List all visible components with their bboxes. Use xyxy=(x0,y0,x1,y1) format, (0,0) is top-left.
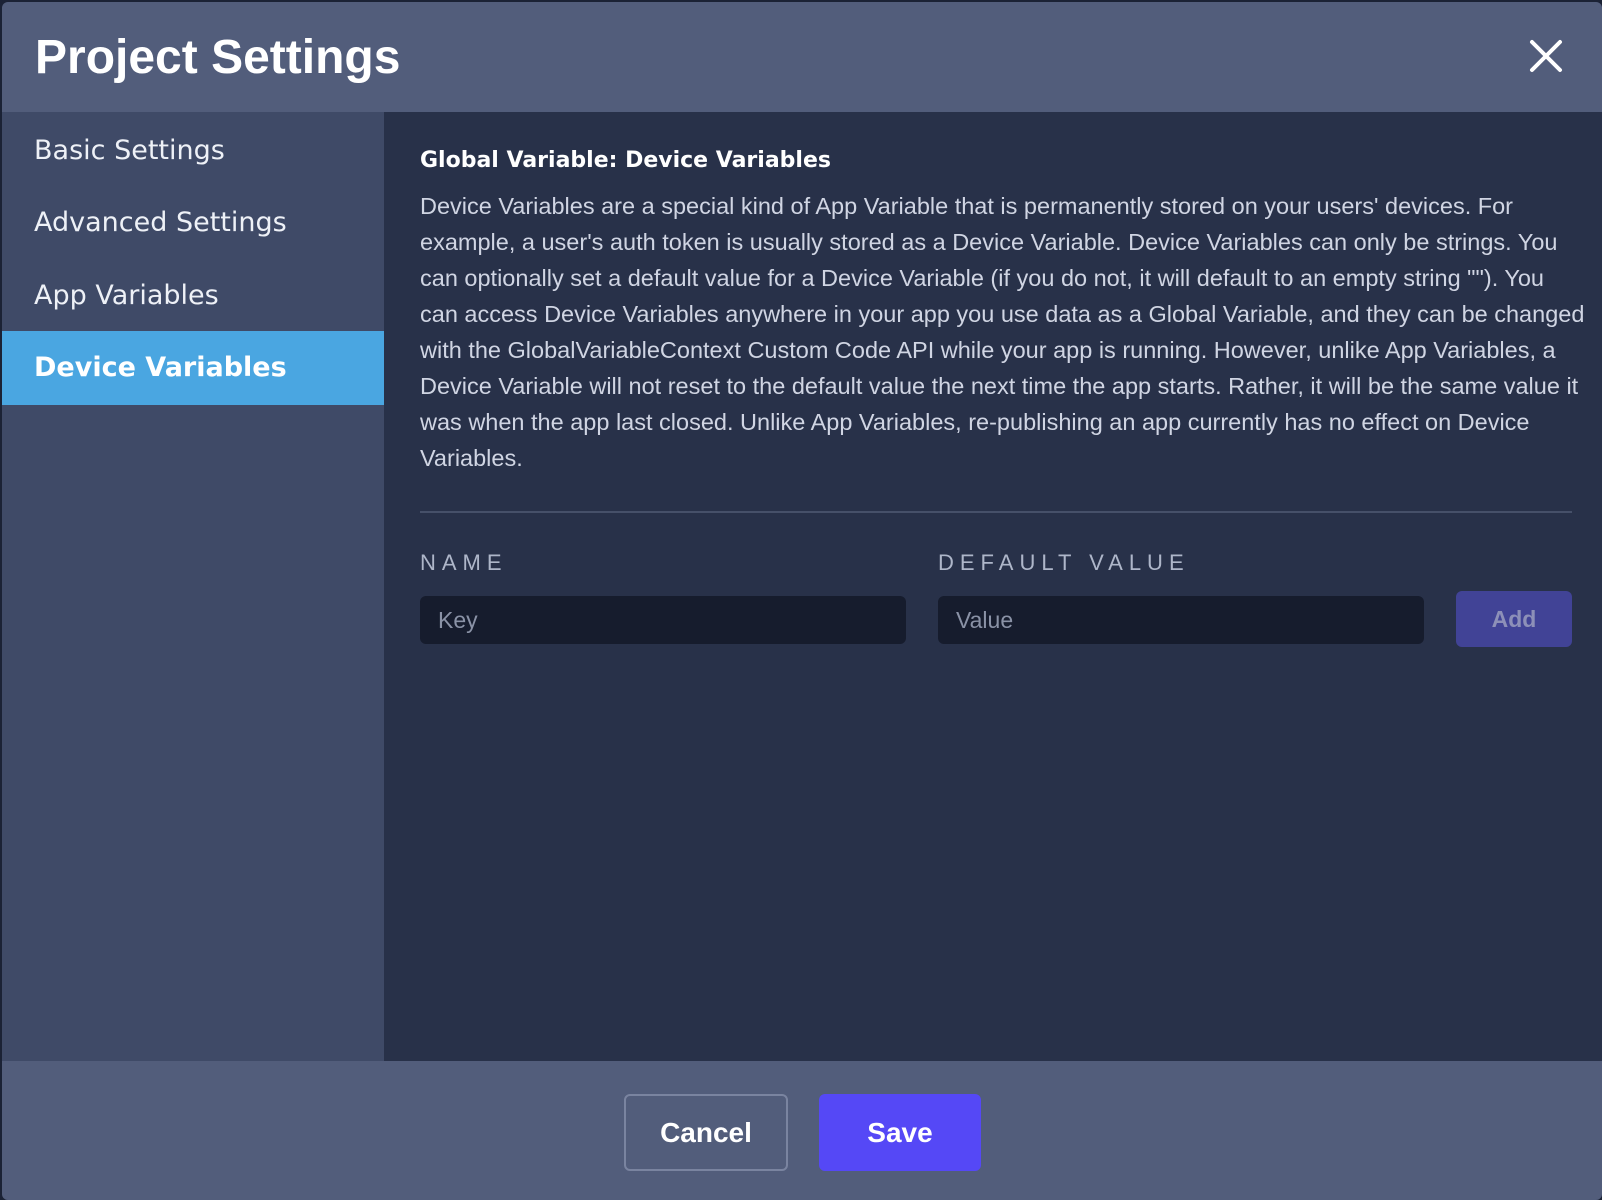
cancel-button[interactable]: Cancel xyxy=(624,1094,788,1171)
dialog-footer: Cancel Save xyxy=(2,1061,1602,1200)
name-column-label: NAME xyxy=(420,550,508,575)
save-button[interactable]: Save xyxy=(819,1094,981,1171)
settings-content: Global Variable: Device Variables Device… xyxy=(384,112,1602,1061)
page-title: Project Settings xyxy=(35,31,401,84)
settings-sidebar: Basic Settings Advanced Settings App Var… xyxy=(2,112,384,1061)
section-description: Device Variables are a special kind of A… xyxy=(420,193,1585,471)
sidebar-item-advanced-settings[interactable]: Advanced Settings xyxy=(2,186,384,260)
key-input[interactable] xyxy=(420,596,906,644)
default-value-column-label: DEFAULT VALUE xyxy=(938,550,1190,575)
sidebar-item-device-variables[interactable]: Device Variables xyxy=(2,331,384,405)
add-button[interactable]: Add xyxy=(1456,591,1572,647)
close-icon xyxy=(1530,40,1562,72)
close-button[interactable] xyxy=(1528,38,1564,74)
divider xyxy=(420,511,1572,513)
sidebar-item-app-variables[interactable]: App Variables xyxy=(2,259,384,333)
sidebar-item-basic-settings[interactable]: Basic Settings xyxy=(2,114,384,188)
section-title: Global Variable: Device Variables xyxy=(420,148,831,173)
dialog-header: Project Settings xyxy=(2,2,1602,112)
value-input[interactable] xyxy=(938,596,1424,644)
project-settings-dialog: Project Settings Basic Settings Advanced… xyxy=(2,2,1602,1200)
